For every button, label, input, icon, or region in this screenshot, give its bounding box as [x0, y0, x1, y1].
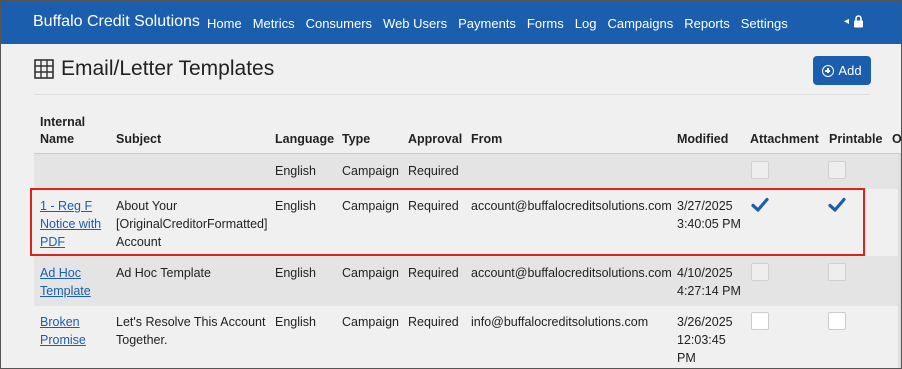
row3-approval: Required — [408, 315, 459, 329]
nav-web-users[interactable]: Web Users — [383, 16, 447, 31]
row0-attachment-checkbox — [751, 161, 769, 179]
header-subject[interactable]: Subject — [116, 131, 161, 148]
row2-approval: Required — [408, 266, 459, 280]
row3-printable-checkbox[interactable] — [828, 312, 846, 330]
row3-subject-line2: Together. — [116, 333, 168, 347]
row2-modified-time: 4:27:14 PM — [677, 284, 741, 298]
page-title: Email/Letter Templates — [61, 57, 275, 80]
add-button[interactable]: Add — [813, 56, 871, 85]
row2-modified-date: 4/10/2025 — [677, 266, 733, 280]
nav-forms[interactable]: Forms — [527, 16, 564, 31]
row3-name-link[interactable]: Broken Promise — [40, 313, 86, 349]
row3-name-line2: Promise — [40, 333, 86, 347]
row0-language: English — [275, 164, 316, 178]
row1-subject-line3: Account — [116, 235, 162, 249]
row0-type: Campaign — [342, 164, 399, 178]
row1-approval: Required — [408, 199, 459, 213]
header-overflow: O — [892, 132, 902, 146]
header-modified[interactable]: Modified — [677, 131, 728, 148]
app-window: Buffalo Credit Solutions Home Metrics Co… — [0, 0, 902, 369]
table-grid-icon — [34, 59, 54, 79]
row3-attachment-checkbox[interactable] — [751, 312, 769, 330]
row1-name-line2: Notice with — [40, 217, 102, 231]
brand-title[interactable]: Buffalo Credit Solutions — [33, 13, 200, 31]
row2-attachment-checkbox — [751, 263, 769, 281]
nav-settings[interactable]: Settings — [741, 16, 788, 31]
nav-consumers[interactable]: Consumers — [306, 16, 372, 31]
row3-modified-time-2: PM — [677, 351, 696, 365]
row0-printable-checkbox — [828, 161, 846, 179]
header-divider — [34, 94, 870, 95]
row2-modified: 4/10/2025 4:27:14 PM — [677, 264, 741, 300]
top-navbar: Buffalo Credit Solutions Home Metrics Co… — [1, 1, 901, 44]
header-internal-name[interactable]: Internal Name — [40, 114, 85, 148]
plus-circle-icon — [822, 64, 835, 77]
nav-reports[interactable]: Reports — [684, 16, 730, 31]
row1-name-line1: 1 - Reg F — [40, 199, 93, 213]
row2-printable-checkbox — [828, 263, 846, 281]
row1-printable-check-icon — [828, 197, 846, 212]
row3-modified: 3/26/2025 12:03:45 PM — [677, 313, 733, 367]
row1-subject-line2: [OriginalCreditorFormatted] — [116, 217, 268, 231]
row3-subject: Let's Resolve This Account Together. — [116, 313, 265, 349]
nav-home[interactable]: Home — [207, 16, 242, 31]
nav-campaigns[interactable]: Campaigns — [607, 16, 673, 31]
row3-modified-date: 3/26/2025 — [677, 315, 733, 329]
page-header: Email/Letter Templates — [34, 57, 274, 81]
row2-name-line2: Template — [40, 284, 91, 298]
row1-language: English — [275, 199, 316, 213]
row2-language: English — [275, 266, 316, 280]
header-language[interactable]: Language — [275, 131, 334, 148]
header-internal-line2: Name — [40, 132, 75, 146]
row1-name-line3: PDF — [40, 235, 65, 249]
nav-log[interactable]: Log — [575, 16, 597, 31]
row0-approval: Required — [408, 164, 459, 178]
caret-left-icon: ◂ — [844, 16, 850, 27]
overflow-column — [898, 154, 901, 368]
row1-subject-line1: About Your — [116, 199, 178, 213]
header-attachment[interactable]: Attachment — [750, 131, 819, 148]
header-approval[interactable]: Approval — [408, 131, 462, 148]
row3-name-line1: Broken — [40, 315, 80, 329]
row1-from: account@buffalocreditsolutions.com — [471, 199, 672, 213]
row2-type: Campaign — [342, 266, 399, 280]
row3-modified-time-1: 12:03:45 — [677, 333, 726, 347]
row1-name-link[interactable]: 1 - Reg F Notice with PDF — [40, 197, 101, 251]
row2-from: account@buffalocreditsolutions.com — [471, 266, 672, 280]
table-row[interactable] — [34, 154, 901, 189]
row2-subject: Ad Hoc Template — [116, 266, 211, 280]
row1-modified-date: 3/27/2025 — [677, 199, 733, 213]
row3-type: Campaign — [342, 315, 399, 329]
row2-name-link[interactable]: Ad Hoc Template — [40, 264, 91, 300]
nav-payments[interactable]: Payments — [458, 16, 516, 31]
row1-type: Campaign — [342, 199, 399, 213]
row3-subject-line1: Let's Resolve This Account — [116, 315, 266, 329]
header-printable[interactable]: Printable — [829, 131, 883, 148]
header-internal-line1: Internal — [40, 115, 86, 129]
row1-modified-time: 3:40:05 PM — [677, 217, 741, 231]
row3-from: info@buffalocreditsolutions.com — [471, 315, 649, 329]
header-type[interactable]: Type — [342, 131, 370, 148]
nav-metrics[interactable]: Metrics — [253, 16, 295, 31]
row1-subject: About Your [OriginalCreditorFormatted] A… — [116, 197, 267, 251]
row1-modified: 3/27/2025 3:40:05 PM — [677, 197, 741, 233]
header-from[interactable]: From — [471, 131, 502, 148]
row1-attachment-check-icon — [751, 197, 769, 212]
lock-icon — [854, 15, 864, 28]
row3-language: English — [275, 315, 316, 329]
user-menu[interactable]: ◂ — [844, 15, 864, 28]
add-button-label: Add — [838, 63, 862, 78]
row2-name-line1: Ad Hoc — [40, 266, 81, 280]
nav-links: Home Metrics Consumers Web Users Payment… — [207, 16, 799, 31]
